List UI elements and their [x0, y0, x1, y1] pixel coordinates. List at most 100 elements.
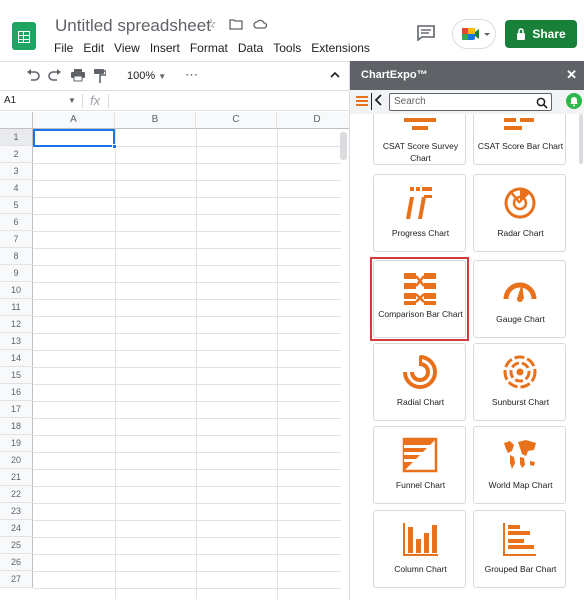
selected-cell-a1[interactable] [33, 129, 115, 147]
tile-world-map-chart[interactable]: World Map Chart [473, 426, 566, 504]
row-header[interactable]: 22 [0, 486, 33, 503]
row-header[interactable]: 3 [0, 163, 33, 180]
row-header[interactable]: 7 [0, 231, 33, 248]
tile-csat-score-bar-chart[interactable]: CSAT Score Bar Chart [473, 114, 566, 165]
hamburger-menu-icon[interactable] [356, 96, 368, 106]
notification-bell-icon[interactable] [566, 93, 582, 109]
star-icon[interactable]: ☆ [205, 17, 219, 31]
row-header[interactable]: 21 [0, 469, 33, 486]
redo-icon[interactable] [48, 69, 62, 84]
move-folder-icon[interactable] [229, 17, 243, 31]
row-header[interactable]: 2 [0, 146, 33, 163]
row-header[interactable]: 8 [0, 248, 33, 265]
search-box [389, 93, 552, 111]
tile-label: Comparison Bar Chart [378, 309, 463, 319]
row-header[interactable]: 6 [0, 214, 33, 231]
comment-history-icon[interactable] [417, 25, 435, 46]
spreadsheet-grid[interactable]: A B C D 1 2 3 4 5 6 7 8 9 10 11 12 13 14 15 16 17 18 19 20 2… [0, 112, 349, 600]
document-title[interactable]: Untitled spreadsheet [55, 16, 211, 36]
row-header[interactable]: 1 [0, 129, 33, 146]
row-header[interactable]: 5 [0, 197, 33, 214]
menu-extensions[interactable]: Extensions [311, 41, 370, 55]
row-header[interactable]: 11 [0, 299, 33, 316]
menu-file[interactable]: File [54, 41, 73, 55]
menu-insert[interactable]: Insert [150, 41, 180, 55]
chevron-down-icon: ▼ [158, 72, 167, 81]
csat-survey-icon [404, 118, 436, 130]
menu-tools[interactable]: Tools [273, 41, 301, 55]
row-gridline [33, 367, 341, 368]
column-header-b[interactable]: B [115, 112, 196, 129]
more-options-icon[interactable]: ⋯ [185, 67, 198, 83]
column-chart-icon [403, 523, 438, 556]
tile-radar-chart[interactable]: Radar Chart [473, 174, 566, 252]
paint-format-icon[interactable] [94, 69, 107, 86]
vertical-scrollbar[interactable] [340, 132, 347, 160]
cloud-status-icon[interactable] [253, 17, 268, 31]
undo-icon[interactable] [26, 69, 40, 84]
select-all-corner[interactable] [0, 112, 33, 129]
row-header[interactable]: 16 [0, 384, 33, 401]
row-header[interactable]: 23 [0, 503, 33, 520]
radial-chart-icon [403, 355, 437, 389]
fill-handle[interactable] [112, 144, 117, 149]
tile-csat-score-survey-chart[interactable]: CSAT Score Survey Chart [373, 114, 466, 165]
row-header[interactable]: 9 [0, 265, 33, 282]
meet-button[interactable] [452, 19, 496, 49]
row-header[interactable]: 27 [0, 571, 33, 588]
row-header[interactable]: 4 [0, 180, 33, 197]
menu-format[interactable]: Format [190, 41, 228, 55]
menu-data[interactable]: Data [238, 41, 263, 55]
toolbar: 100% ▼ ⋯ [0, 61, 349, 91]
tile-sunburst-chart[interactable]: Sunburst Chart [473, 343, 566, 421]
row-header[interactable]: 14 [0, 350, 33, 367]
fx-icon: fx [90, 93, 101, 108]
tile-label: Funnel Chart [395, 480, 446, 490]
row-header[interactable]: 18 [0, 418, 33, 435]
zoom-select[interactable]: 100% ▼ [127, 70, 166, 82]
row-header[interactable]: 26 [0, 554, 33, 571]
menu-view[interactable]: View [114, 41, 140, 55]
tile-gauge-chart[interactable]: Gauge Chart [473, 260, 566, 338]
row-header[interactable]: 13 [0, 333, 33, 350]
column-header-c[interactable]: C [196, 112, 277, 129]
zoom-value: 100% [127, 70, 156, 82]
row-gridline [33, 486, 341, 487]
tile-grouped-bar-chart[interactable]: Grouped Bar Chart [473, 510, 566, 588]
back-arrow-icon[interactable] [374, 93, 382, 109]
search-input[interactable] [394, 96, 524, 107]
row-header[interactable]: 15 [0, 367, 33, 384]
panel-title: ChartExpo™ [361, 69, 428, 81]
menu-edit[interactable]: Edit [83, 41, 104, 55]
row-gridline [33, 316, 341, 317]
row-header[interactable]: 12 [0, 316, 33, 333]
column-header-d[interactable]: D [277, 112, 349, 129]
row-header[interactable]: 17 [0, 401, 33, 418]
row-gridline [33, 180, 341, 181]
row-header[interactable]: 10 [0, 282, 33, 299]
name-box[interactable]: A1 [4, 95, 16, 106]
row-gridline [33, 214, 341, 215]
tile-comparison-bar-chart[interactable]: Comparison Bar Chart [373, 260, 466, 338]
row-header[interactable]: 24 [0, 520, 33, 537]
tile-radial-chart[interactable]: Radial Chart [373, 343, 466, 421]
tile-progress-chart[interactable]: Progress Chart [373, 174, 466, 252]
panel-scrollbar[interactable] [579, 114, 583, 164]
formula-divider-2 [108, 94, 109, 108]
row-gridline [33, 163, 341, 164]
name-box-dropdown-icon[interactable]: ▼ [68, 96, 76, 105]
radar-chart-icon [504, 187, 536, 219]
row-header[interactable]: 19 [0, 435, 33, 452]
tile-column-chart[interactable]: Column Chart [373, 510, 466, 588]
row-gridline [33, 299, 341, 300]
print-icon[interactable] [71, 69, 85, 85]
row-header[interactable]: 20 [0, 452, 33, 469]
column-header-a[interactable]: A [33, 112, 115, 129]
tile-funnel-chart[interactable]: Funnel Chart [373, 426, 466, 504]
search-icon[interactable] [536, 96, 548, 114]
share-button[interactable]: Share [505, 20, 577, 48]
close-icon[interactable]: ✕ [566, 67, 577, 83]
row-header[interactable]: 25 [0, 537, 33, 554]
sheets-logo-icon[interactable] [12, 22, 36, 50]
collapse-menus-icon[interactable] [330, 67, 340, 81]
